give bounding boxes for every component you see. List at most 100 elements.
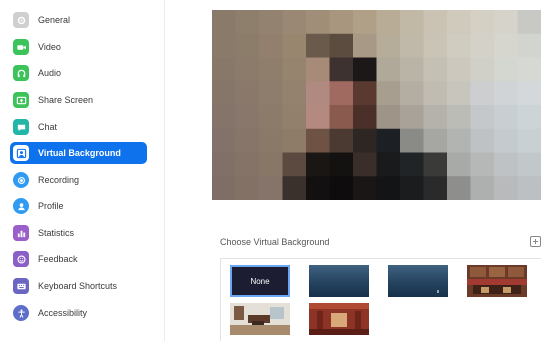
preview-pixel bbox=[423, 105, 448, 130]
preview-pixel bbox=[376, 152, 401, 177]
preview-pixel bbox=[517, 33, 541, 58]
preview-pixel bbox=[423, 57, 448, 82]
preview-pixel bbox=[212, 10, 236, 35]
preview-pixel bbox=[212, 152, 236, 177]
sidebar-item-statistics[interactable]: Statistics bbox=[10, 222, 147, 244]
sidebar-item-label: Audio bbox=[38, 68, 62, 78]
preview-pixel bbox=[212, 128, 236, 153]
sidebar-item-share-screen[interactable]: Share Screen bbox=[10, 89, 147, 111]
preview-pixel bbox=[517, 10, 541, 35]
background-thumbnail-blue-2[interactable] bbox=[388, 265, 448, 297]
preview-pixel bbox=[517, 81, 541, 106]
preview-pixel bbox=[447, 57, 471, 82]
person-background-icon bbox=[13, 145, 29, 161]
sidebar-item-video[interactable]: Video bbox=[10, 36, 147, 58]
preview-pixel bbox=[353, 10, 377, 35]
preview-pixel bbox=[235, 57, 260, 82]
sidebar-item-label: Recording bbox=[38, 175, 80, 185]
preview-pixel bbox=[470, 176, 495, 200]
preview-pixel bbox=[212, 33, 236, 58]
sidebar-item-profile[interactable]: Profile bbox=[10, 195, 147, 217]
smiley-icon bbox=[13, 251, 29, 267]
sidebar-item-chat[interactable]: Chat bbox=[10, 116, 147, 138]
add-image-icon[interactable] bbox=[530, 236, 541, 247]
background-thumbnail-blue-1[interactable] bbox=[309, 265, 369, 297]
preview-pixel bbox=[329, 33, 354, 58]
sidebar-item-label: Share Screen bbox=[38, 95, 94, 105]
background-thumbnail-red-room[interactable] bbox=[309, 303, 369, 335]
preview-pixel bbox=[259, 105, 283, 130]
preview-pixel bbox=[517, 128, 541, 153]
video-camera-icon bbox=[13, 39, 29, 55]
share-screen-icon bbox=[13, 92, 29, 108]
preview-pixel bbox=[306, 105, 330, 130]
sidebar-item-virtual-background[interactable]: Virtual Background bbox=[10, 142, 147, 164]
preview-pixel bbox=[259, 81, 283, 106]
preview-pixel bbox=[470, 33, 495, 58]
preview-pixel bbox=[470, 105, 495, 130]
sidebar-item-audio[interactable]: Audio bbox=[10, 62, 147, 84]
preview-pixel bbox=[353, 57, 377, 82]
preview-pixel bbox=[353, 128, 377, 153]
preview-pixel bbox=[400, 10, 424, 35]
preview-pixel bbox=[400, 176, 424, 200]
preview-pixel bbox=[306, 10, 330, 35]
sidebar-item-feedback[interactable]: Feedback bbox=[10, 248, 147, 270]
sidebar-item-label: Chat bbox=[38, 122, 58, 132]
headphones-icon bbox=[13, 65, 29, 81]
preview-pixel bbox=[400, 33, 424, 58]
preview-pixel bbox=[447, 81, 471, 106]
preview-pixel bbox=[282, 33, 307, 58]
sidebar-item-recording[interactable]: Recording bbox=[10, 169, 147, 191]
preview-pixel bbox=[423, 33, 448, 58]
preview-pixel bbox=[306, 57, 330, 82]
preview-pixel bbox=[376, 176, 401, 200]
background-thumbnail-living-room[interactable] bbox=[230, 303, 290, 335]
preview-pixel bbox=[400, 57, 424, 82]
preview-pixel bbox=[376, 33, 401, 58]
preview-pixel bbox=[306, 33, 330, 58]
preview-pixel bbox=[259, 57, 283, 82]
preview-pixel bbox=[282, 152, 307, 177]
preview-pixel bbox=[494, 33, 518, 58]
preview-pixel bbox=[447, 176, 471, 200]
sidebar-item-label: Statistics bbox=[38, 228, 75, 238]
sidebar-item-keyboard-shortcuts[interactable]: Keyboard Shortcuts bbox=[10, 275, 147, 297]
preview-pixel bbox=[494, 57, 518, 82]
camera-preview bbox=[212, 10, 541, 200]
preview-pixel bbox=[235, 176, 260, 200]
preview-pixel bbox=[470, 10, 495, 35]
preview-pixel bbox=[212, 176, 236, 200]
preview-pixel bbox=[329, 10, 354, 35]
preview-pixel bbox=[423, 176, 448, 200]
preview-pixel bbox=[329, 128, 354, 153]
preview-pixel bbox=[306, 81, 330, 106]
preview-pixel bbox=[423, 128, 448, 153]
background-thumbnail-library[interactable] bbox=[467, 265, 527, 297]
sidebar-item-general[interactable]: General bbox=[10, 9, 147, 31]
preview-pixel bbox=[282, 81, 307, 106]
sidebar-item-label: Video bbox=[38, 42, 61, 52]
preview-pixel bbox=[376, 128, 401, 153]
preview-pixel bbox=[329, 176, 354, 200]
chat-bubble-icon bbox=[13, 119, 29, 135]
preview-pixel bbox=[353, 33, 377, 58]
background-gallery: None bbox=[220, 258, 541, 341]
keyboard-icon bbox=[13, 278, 29, 294]
preview-pixel bbox=[353, 105, 377, 130]
preview-pixel bbox=[329, 105, 354, 130]
preview-pixel bbox=[259, 33, 283, 58]
preview-pixel bbox=[353, 81, 377, 106]
preview-pixel bbox=[212, 81, 236, 106]
background-thumbnail-none[interactable]: None bbox=[230, 265, 290, 297]
sidebar-item-accessibility[interactable]: Accessibility bbox=[10, 302, 147, 324]
sidebar-item-label: Feedback bbox=[38, 254, 78, 264]
preview-pixel bbox=[447, 105, 471, 130]
preview-pixel bbox=[376, 10, 401, 35]
preview-pixel bbox=[282, 105, 307, 130]
sidebar-item-label: Profile bbox=[38, 201, 64, 211]
preview-pixel bbox=[353, 152, 377, 177]
preview-pixel bbox=[400, 128, 424, 153]
preview-pixel bbox=[306, 176, 330, 200]
preview-pixel bbox=[400, 152, 424, 177]
